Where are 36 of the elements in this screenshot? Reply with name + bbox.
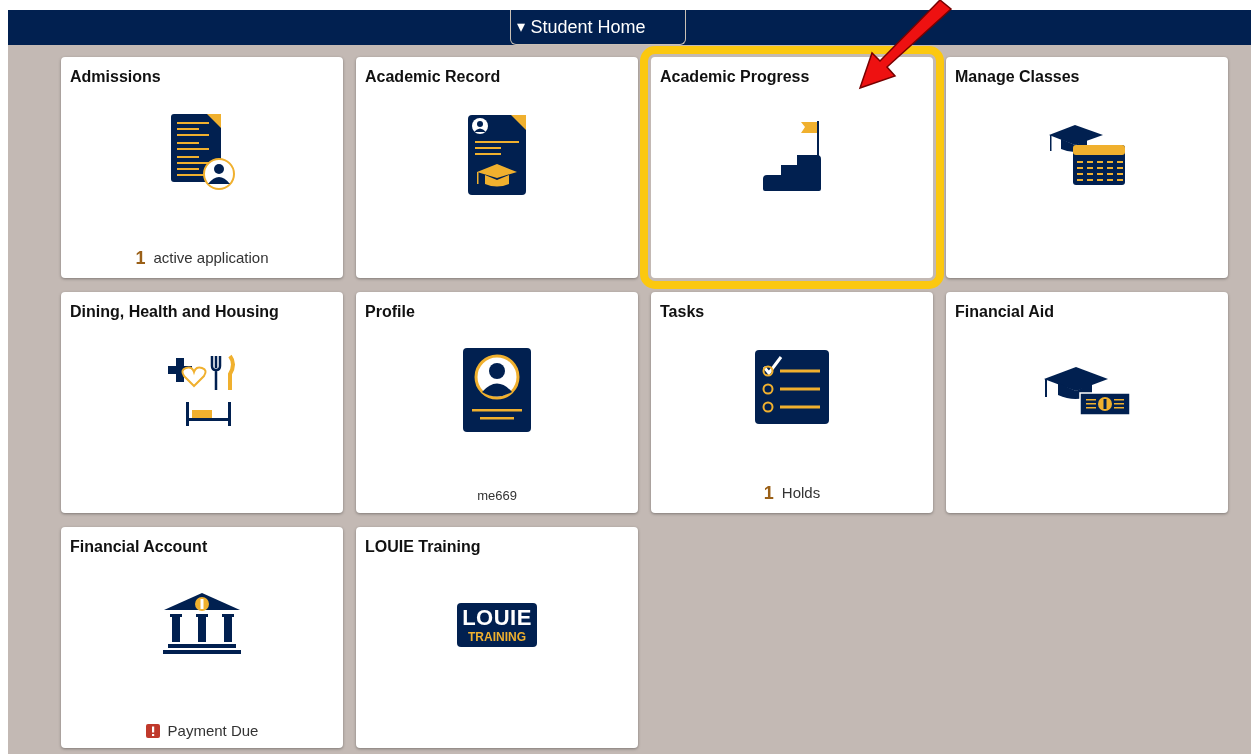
app-tile[interactable]: Financial Aid <box>946 292 1228 513</box>
count-number: 1 <box>135 247 146 270</box>
app-tile[interactable]: Tasks 1 Holds <box>651 292 933 513</box>
app-tile[interactable]: Admissions 1 active application <box>61 57 343 278</box>
tile-title: Admissions <box>70 67 162 87</box>
cap-money-icon <box>1042 364 1132 415</box>
cap-calendar-icon <box>1047 122 1127 187</box>
stairs-flag-icon <box>761 118 823 191</box>
tile-title: LOUIE Training <box>365 537 482 557</box>
app-tile[interactable]: Profile me669 <box>356 292 638 513</box>
tile-title: Profile <box>365 302 416 322</box>
app-tile[interactable]: Academic Record <box>356 57 638 278</box>
tile-title: Financial Aid <box>955 302 1055 322</box>
logo-subtitle: TRAINING <box>468 630 526 643</box>
tile-status: Holds <box>781 483 821 504</box>
logo-wordmark: LOUIE <box>462 606 532 629</box>
tile-status: active application <box>153 248 269 269</box>
tile-title: Manage Classes <box>955 67 1081 87</box>
tile-title: Academic Record <box>365 67 502 87</box>
tile-title: Tasks <box>660 302 706 322</box>
tile-status: me669 <box>477 487 517 506</box>
bank-icon <box>162 592 242 657</box>
app-tile[interactable]: LOUIE Training LOUIE TRAINING <box>356 527 638 748</box>
tile-title: Dining, Health and Housing <box>70 302 280 322</box>
alert-icon <box>145 723 160 738</box>
app-tile[interactable]: Manage Classes <box>946 57 1228 278</box>
tile-title: Financial Account <box>70 537 209 557</box>
diploma-icon <box>467 113 527 196</box>
tile-status: Payment Due <box>167 720 259 741</box>
app-tile[interactable]: Dining, Health and Housing <box>61 292 343 513</box>
person-card-icon <box>462 346 532 433</box>
count-number: 1 <box>763 482 774 505</box>
app-tile[interactable]: Financial Account Payment Due <box>61 527 343 748</box>
tile-title: Academic Progress <box>660 67 811 87</box>
student-home-button[interactable]: ▾ Student Home <box>509 10 686 45</box>
checklist-icon <box>754 349 830 425</box>
